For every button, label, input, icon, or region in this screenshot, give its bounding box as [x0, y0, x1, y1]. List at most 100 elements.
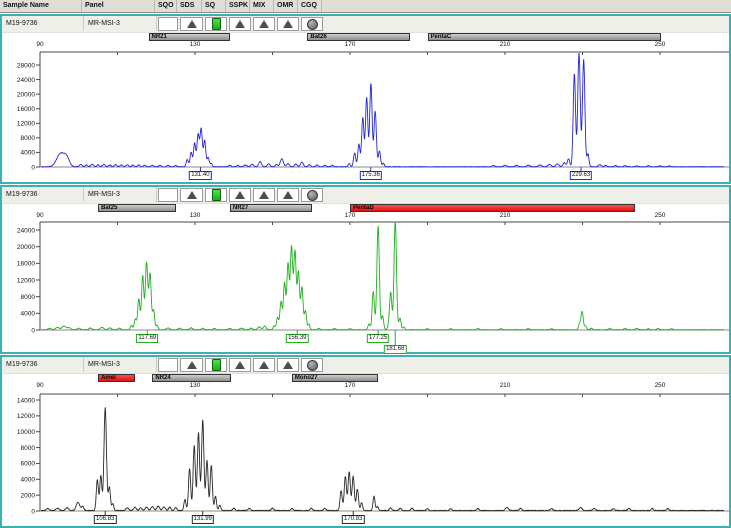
y-tick-label: 16000	[17, 106, 35, 113]
y-tick-label: 8000	[21, 135, 36, 142]
x-tick-label-90: 90	[36, 41, 43, 48]
electropherogram-plot[interactable]: 04000800012000160002000024000	[2, 221, 729, 349]
y-tick-label: 14000	[17, 397, 35, 404]
flag-cell-cgq[interactable]	[301, 358, 323, 372]
x-tick-label-210: 210	[500, 212, 511, 219]
peak-size-label[interactable]: 131.40	[189, 171, 211, 180]
column-header-omr[interactable]: OMR	[274, 0, 298, 12]
triangle-icon	[283, 361, 293, 369]
peak-size-label[interactable]: 117.69	[136, 334, 158, 343]
flag-cell-sspk[interactable]	[229, 188, 251, 202]
flag-cell-sds[interactable]	[180, 188, 203, 202]
y-tick-label: 24000	[17, 227, 35, 234]
column-header-sqo[interactable]: SQO	[155, 0, 177, 12]
column-header-panel[interactable]: Panel	[82, 0, 155, 12]
column-header-mix[interactable]: MIX	[250, 0, 274, 12]
column-header-sspk[interactable]: SSPK	[226, 0, 250, 12]
green-square-icon	[212, 18, 221, 30]
flag-cell-sq[interactable]	[205, 17, 227, 31]
flag-cell-sds[interactable]	[180, 17, 203, 31]
sample-row[interactable]: M19-9736MR-MSI-3	[2, 16, 729, 33]
y-tick-label: 28000	[17, 62, 35, 69]
sample-row[interactable]: M19-9736MR-MSI-3	[2, 187, 729, 204]
flag-cell-cgq[interactable]	[301, 17, 323, 31]
y-tick-label: 0	[31, 508, 35, 515]
flag-cell-mix[interactable]	[253, 358, 275, 372]
green-square-icon	[212, 359, 221, 371]
peak-size-label[interactable]: 170.83	[342, 515, 364, 524]
green-square-icon	[212, 189, 221, 201]
flag-cell-omr[interactable]	[277, 17, 299, 31]
peak-size-label[interactable]: 229.63	[570, 171, 592, 180]
peak-size-label[interactable]: 175.36	[360, 171, 382, 180]
triangle-icon	[235, 20, 245, 28]
marker-bar-amel: Amel	[98, 374, 135, 382]
y-tick-label: 8000	[21, 294, 36, 301]
marker-bar-bat26: Bat26	[307, 33, 410, 41]
marker-bar-nr24: NR24	[152, 374, 231, 382]
x-tick-label-90: 90	[36, 212, 43, 219]
triangle-icon	[235, 361, 245, 369]
peak-size-label[interactable]: 106.83	[94, 515, 116, 524]
x-tick-label-170: 170	[345, 212, 356, 219]
y-tick-label: 0	[31, 164, 35, 171]
sample-plot-panel-black[interactable]: M19-9736MR-MSI-3AmelNR24Mono279013017021…	[0, 355, 731, 528]
peak-size-label[interactable]: 131.99	[192, 515, 214, 524]
x-tick-label-170: 170	[345, 41, 356, 48]
x-tick-label-250: 250	[655, 212, 666, 219]
flag-cell-sspk[interactable]	[229, 17, 251, 31]
flag-cell-omr[interactable]	[277, 358, 299, 372]
x-tick-label-210: 210	[500, 41, 511, 48]
column-header-sq[interactable]: SQ	[202, 0, 226, 12]
flag-cell-sds[interactable]	[180, 358, 203, 372]
triangle-icon	[259, 361, 269, 369]
marker-bar-pentad: PentaD	[350, 204, 635, 212]
column-header-cgq[interactable]: CGQ	[298, 0, 322, 12]
peak-size-label[interactable]: 156.39	[286, 334, 308, 343]
flag-cell-cgq[interactable]	[301, 188, 323, 202]
marker-bar-pentac: PentaC	[428, 33, 662, 41]
sample-name-cell[interactable]: M19-9736	[2, 187, 84, 202]
y-tick-label: 12000	[17, 277, 35, 284]
y-tick-label: 8000	[21, 445, 36, 452]
panel-name-cell[interactable]: MR-MSI-3	[84, 16, 157, 31]
flag-cell-omr[interactable]	[277, 188, 299, 202]
y-tick-label: 12000	[17, 121, 35, 128]
x-tick-label-130: 130	[190, 382, 201, 389]
triangle-icon	[187, 191, 197, 199]
y-tick-label: 24000	[17, 77, 35, 84]
triangle-icon	[283, 20, 293, 28]
triangle-icon	[187, 361, 197, 369]
x-tick-label-250: 250	[655, 41, 666, 48]
circle-icon	[307, 19, 318, 30]
panel-name-cell[interactable]: MR-MSI-3	[84, 357, 157, 372]
column-header-sds[interactable]: SDS	[177, 0, 202, 12]
sample-name-cell[interactable]: M19-9736	[2, 16, 84, 31]
flag-cell-sqo[interactable]	[158, 188, 178, 202]
sample-row[interactable]: M19-9736MR-MSI-3	[2, 357, 729, 374]
flag-cell-sspk[interactable]	[229, 358, 251, 372]
flag-cell-sq[interactable]	[205, 188, 227, 202]
peak-size-label[interactable]: 181.68	[384, 345, 406, 354]
trace-blue	[41, 53, 724, 167]
column-header-sample-name[interactable]: Sample Name	[0, 0, 82, 12]
electropherogram-plot[interactable]: 0400080001200016000200002400028000	[2, 50, 729, 174]
peak-size-label[interactable]: 177.25	[367, 334, 389, 343]
electropherogram-plot[interactable]: 02000400060008000100001200014000	[2, 393, 729, 517]
sample-name-cell[interactable]: M19-9736	[2, 357, 84, 372]
x-tick-label-130: 130	[190, 212, 201, 219]
flag-cell-sqo[interactable]	[158, 358, 178, 372]
circle-icon	[307, 190, 318, 201]
flag-cell-sq[interactable]	[205, 358, 227, 372]
fragment-analysis-window: Sample NamePanelSQOSDSSQSSPKMIXOMRCGQ M1…	[0, 0, 731, 528]
y-tick-label: 20000	[17, 244, 35, 251]
flag-cell-mix[interactable]	[253, 188, 275, 202]
panel-name-cell[interactable]: MR-MSI-3	[84, 187, 157, 202]
flag-cell-mix[interactable]	[253, 17, 275, 31]
marker-bar-nr27: NR27	[230, 204, 313, 212]
sample-plot-panel-blue[interactable]: M19-9736MR-MSI-3NR21Bat26PentaC901301702…	[0, 14, 731, 184]
flag-cell-sqo[interactable]	[158, 17, 178, 31]
y-tick-label: 2000	[21, 492, 36, 499]
sample-plot-panel-green[interactable]: M19-9736MR-MSI-3Bat25NR27PentaD901301702…	[0, 185, 731, 354]
y-tick-label: 16000	[17, 261, 35, 268]
